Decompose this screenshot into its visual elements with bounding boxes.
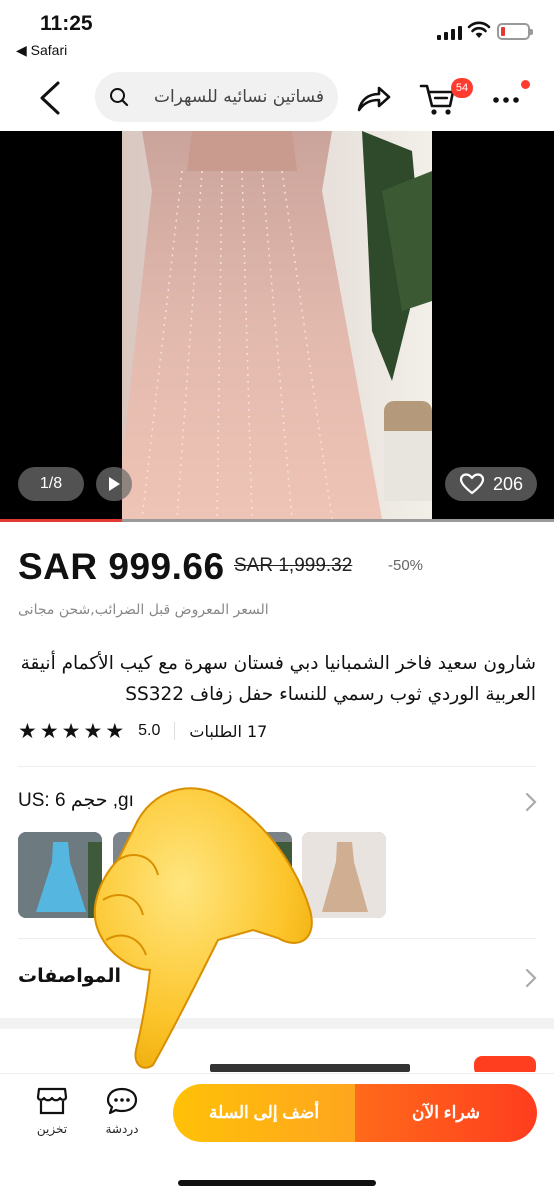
more-options-icon[interactable] — [490, 84, 524, 114]
add-to-cart-button[interactable]: أضف إلى السلة — [173, 1084, 355, 1142]
current-price: SAR 999.66 — [18, 546, 225, 587]
star-rating: ★ ★ ★ ★ ★ — [18, 718, 125, 743]
nav-bar: فساتين نسائيه للسهرات 54 — [0, 66, 554, 130]
variant-selector[interactable]: US: 6 حجم ,gı — [18, 789, 536, 819]
image-counter: 1/8 — [18, 467, 84, 501]
share-icon[interactable] — [355, 80, 393, 116]
gallery-progress-bar — [0, 519, 554, 522]
wishlist-button[interactable]: 206 — [445, 467, 537, 501]
status-bar: 11:25 ◀ Safari — [0, 0, 554, 66]
divider — [18, 766, 536, 767]
buy-now-button[interactable]: شراء الآن — [355, 1084, 537, 1142]
next-section-peek — [210, 1064, 410, 1072]
chevron-right-icon — [525, 968, 537, 988]
rating-row[interactable]: ★ ★ ★ ★ ★ 5.0 17 الطلبات — [18, 718, 267, 744]
chevron-right-icon — [525, 792, 537, 812]
star-icon: ★ — [105, 718, 125, 743]
chat-label: دردشة — [105, 1122, 139, 1136]
store-icon — [36, 1087, 68, 1115]
likes-count: 206 — [492, 473, 524, 494]
home-indicator — [178, 1180, 376, 1186]
store-button[interactable]: تخزين — [22, 1086, 82, 1136]
product-image-gallery[interactable] — [0, 131, 554, 519]
promo-tag — [474, 1056, 536, 1072]
original-price: SAR 1,999.32 — [234, 555, 353, 576]
star-icon: ★ — [39, 718, 59, 743]
status-time: 11:25 — [40, 12, 93, 35]
search-icon — [110, 88, 129, 107]
search-input[interactable]: فساتين نسائيه للسهرات — [137, 87, 324, 107]
section-separator — [0, 1018, 554, 1029]
star-icon: ★ — [61, 718, 81, 743]
play-video-button[interactable] — [96, 467, 132, 501]
price-note: السعر المعروض قبل الضرائب,شحن مجانى — [18, 602, 269, 618]
variant-thumbnail[interactable] — [302, 832, 386, 918]
cellular-signal-icon — [437, 24, 462, 40]
star-icon: ★ — [18, 718, 37, 743]
chat-icon — [106, 1087, 138, 1115]
variant-thumbnail[interactable] — [18, 832, 102, 918]
wifi-icon — [467, 21, 491, 38]
star-icon: ★ — [83, 718, 103, 743]
rating-value: 5.0 — [138, 722, 161, 739]
play-icon — [109, 477, 120, 491]
product-photo — [122, 131, 432, 519]
specifications-link[interactable]: المواصفات — [18, 965, 121, 987]
search-bar[interactable]: فساتين نسائيه للسهرات — [95, 72, 338, 122]
separator — [174, 722, 176, 740]
variant-thumbnails — [18, 832, 388, 918]
gallery-progress-fill — [0, 519, 122, 522]
battery-icon — [497, 23, 533, 40]
divider — [18, 938, 536, 939]
orders-count: 17 الطلبات — [189, 721, 268, 741]
discount-badge: -50% — [388, 557, 424, 574]
back-to-safari[interactable]: ◀ Safari — [16, 42, 67, 59]
store-label: تخزين — [36, 1122, 68, 1136]
notification-dot — [521, 80, 530, 89]
heart-icon — [459, 473, 485, 495]
selected-variant: US: 6 حجم ,gı — [18, 790, 134, 811]
cart-count-badge: 54 — [451, 78, 473, 98]
variant-thumbnail[interactable] — [208, 832, 292, 918]
chat-button[interactable]: دردشة — [92, 1086, 152, 1136]
product-title: شارون سعيد فاخر الشمبانيا دبي فستان سهرة… — [20, 653, 536, 705]
variant-thumbnail[interactable] — [113, 832, 197, 918]
back-arrow-icon[interactable] — [30, 80, 70, 116]
